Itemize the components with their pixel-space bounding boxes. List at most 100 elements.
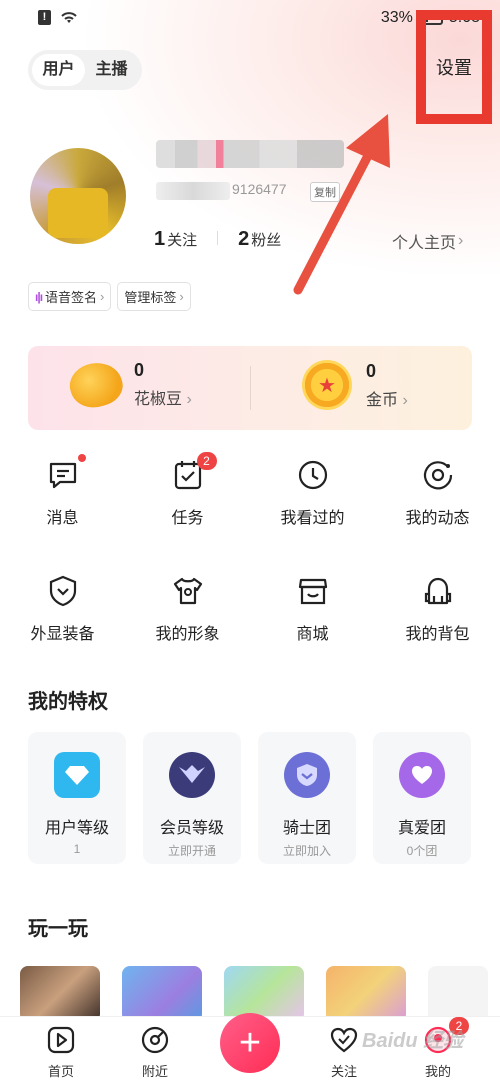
followers-stat[interactable]: 2 粉丝 — [238, 228, 281, 251]
privilege-sub: 0个团 — [406, 844, 438, 858]
game-thumbnail[interactable] — [224, 966, 304, 1022]
notification-icon: ! — [38, 9, 51, 25]
privilege-vip-level[interactable]: 会员等级 立即开通 — [143, 732, 241, 864]
coins-label: 金币 — [366, 391, 399, 409]
privileges-list: 用户等级 1 会员等级 立即开通 骑士团 立即加入 真爱团 0个团 — [28, 732, 471, 864]
coins-entry[interactable]: ★ 0 金币 › — [302, 360, 408, 410]
avatar[interactable] — [30, 148, 126, 244]
backpack-icon — [421, 574, 455, 608]
privilege-user-level[interactable]: 用户等级 1 — [28, 732, 126, 864]
grid-item-moments[interactable]: 我的动态 — [375, 458, 500, 528]
stat-divider — [217, 231, 219, 245]
grid-item-backpack[interactable]: 我的背包 — [375, 574, 500, 644]
manage-tags-button[interactable]: 管理标签 › — [117, 282, 191, 311]
following-count: 1 — [154, 228, 166, 250]
create-button[interactable]: + — [220, 1013, 280, 1073]
privilege-sub: 立即开通 — [167, 844, 216, 858]
tab-streamer[interactable]: 主播 — [85, 54, 138, 86]
settings-button[interactable]: 设置 — [416, 10, 492, 124]
privilege-sub: 立即加入 — [282, 844, 331, 858]
grid-label: 商城 — [296, 626, 329, 643]
following-stat[interactable]: 1 关注 — [154, 228, 197, 251]
wallet-divider — [250, 366, 251, 410]
nav-label: 关注 — [330, 1064, 357, 1079]
role-switch: 用户 主播 — [28, 50, 142, 90]
manage-tags-label: 管理标签 — [124, 290, 177, 305]
coin-icon: ★ — [302, 360, 352, 410]
grid-label: 外显装备 — [30, 626, 95, 643]
nickname-blurred — [156, 140, 344, 168]
copy-id-button[interactable]: 复制 — [310, 182, 340, 202]
knight-shield-icon — [284, 752, 330, 798]
followers-label: 粉丝 — [251, 232, 282, 249]
unread-dot — [77, 454, 86, 462]
game-thumbnail[interactable] — [428, 966, 488, 1022]
privilege-knights[interactable]: 骑士团 立即加入 — [258, 732, 356, 864]
privilege-name: 会员等级 — [159, 820, 224, 837]
user-id: 9126477 — [232, 181, 287, 197]
chevron-right-icon: › — [100, 289, 105, 304]
chevron-right-icon: › — [458, 232, 464, 249]
chevron-right-icon: › — [179, 289, 184, 304]
homepage-label: 个人主页 — [392, 235, 457, 252]
voice-signature-button[interactable]: ı|ı 语音签名 › — [28, 282, 112, 311]
game-thumbnail[interactable] — [122, 966, 202, 1022]
shield-icon — [46, 574, 80, 608]
annotation-arrow — [293, 114, 390, 295]
tab-user[interactable]: 用户 — [32, 54, 85, 86]
grid-item-store[interactable]: 商城 — [250, 574, 375, 644]
privilege-name: 用户等级 — [44, 820, 109, 837]
heart-hands-icon — [399, 752, 445, 798]
voice-signature-label: 语音签名 — [45, 290, 98, 305]
game-thumbnail[interactable] — [326, 966, 406, 1022]
grid-label: 我看过的 — [280, 510, 345, 527]
clock-icon — [296, 458, 330, 492]
beans-value: 0 — [134, 360, 145, 380]
privilege-true-love[interactable]: 真爱团 0个团 — [373, 732, 471, 864]
grid-label: 消息 — [46, 510, 79, 527]
wallet-card: 0 花椒豆 › ★ 0 金币 › — [28, 346, 472, 430]
privilege-name: 骑士团 — [282, 820, 331, 837]
coins-value: 0 — [366, 360, 377, 381]
privilege-name: 真爱团 — [397, 820, 446, 837]
beans-entry[interactable]: 0 花椒豆 › — [64, 355, 192, 414]
grid-item-avatar-look[interactable]: 我的形象 — [125, 574, 250, 644]
game-thumbnail[interactable] — [20, 966, 100, 1022]
grid-label: 我的背包 — [405, 626, 470, 643]
task-icon: 2 — [171, 452, 217, 492]
compass-icon — [140, 1025, 170, 1055]
nav-nearby[interactable]: 附近 — [123, 1025, 187, 1080]
followers-count: 2 — [238, 228, 250, 250]
profile-tags: ı|ı 语音签名 › 管理标签 › — [28, 282, 191, 311]
diamond-icon — [54, 752, 100, 798]
battery-percent: 33% — [380, 9, 413, 26]
grid-label: 任务 — [171, 510, 204, 527]
play-title: 玩一玩 — [28, 918, 88, 940]
wifi-icon — [61, 12, 77, 23]
grid-item-history[interactable]: 我看过的 — [250, 458, 375, 528]
voice-wave-icon: ı|ı — [35, 289, 43, 304]
nav-home[interactable]: 首页 — [29, 1025, 93, 1080]
settings-label: 设置 — [436, 58, 472, 78]
grid-item-messages[interactable]: 消息 — [0, 454, 125, 528]
uid-blurred — [156, 182, 230, 200]
grid-label: 我的形象 — [155, 626, 220, 643]
grid-item-tasks[interactable]: 2 任务 — [125, 452, 250, 528]
pepper-bean-icon — [64, 355, 128, 414]
plus-icon: + — [238, 1022, 262, 1064]
nav-label: 附近 — [141, 1064, 168, 1079]
message-icon — [46, 454, 86, 492]
watermark: Baidu 经验 — [362, 1030, 464, 1052]
vip-wings-icon — [169, 752, 215, 798]
task-badge: 2 — [196, 452, 217, 470]
store-icon — [296, 574, 330, 608]
homepage-link[interactable]: 个人主页 › — [392, 229, 463, 253]
grid-item-equipment[interactable]: 外显装备 — [0, 574, 125, 644]
grid-label: 我的动态 — [405, 510, 470, 527]
heart-icon — [329, 1025, 359, 1055]
follow-stats: 1 关注 2 粉丝 — [154, 228, 281, 251]
chevron-right-icon: › — [186, 391, 192, 408]
following-label: 关注 — [167, 232, 198, 249]
privileges-title: 我的特权 — [28, 691, 108, 713]
play-icon — [46, 1025, 76, 1055]
